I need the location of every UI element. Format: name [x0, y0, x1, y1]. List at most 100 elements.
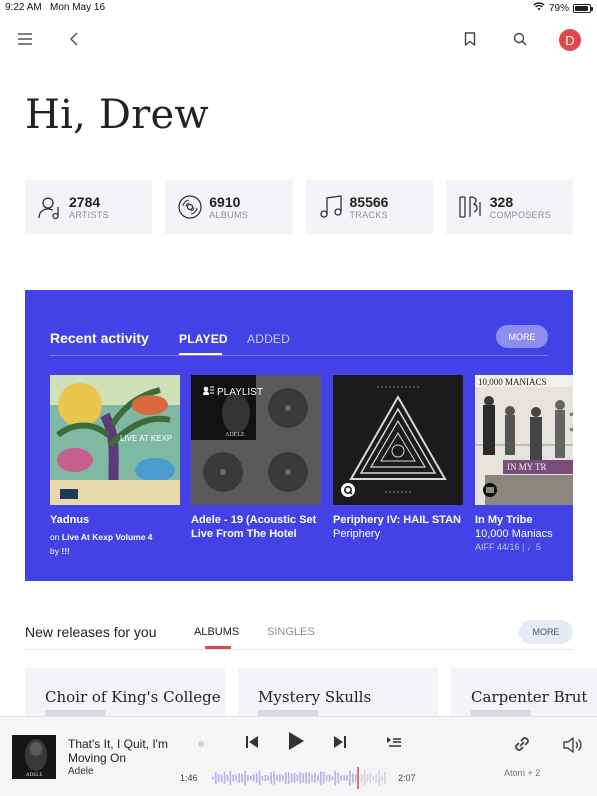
queue-button[interactable]	[380, 730, 408, 758]
output-device-label[interactable]: Atom + 2	[504, 768, 540, 778]
card-title[interactable]: Periphery IV: HAIL STAN	[333, 513, 463, 527]
recent-activity-panel: Recent activity PLAYED ADDED MORE LIVE A…	[25, 290, 573, 581]
stat-composers[interactable]: 328 COMPOSERS	[445, 180, 573, 234]
play-icon	[287, 731, 305, 756]
waveform-bar	[261, 775, 264, 781]
album-art[interactable]	[333, 375, 463, 505]
back-button[interactable]	[60, 27, 88, 55]
waveform-bar	[290, 773, 293, 783]
waveform-bar	[354, 774, 357, 782]
waveform-bar	[302, 773, 305, 783]
waveform-bar	[235, 774, 237, 782]
waveform-bar	[296, 774, 299, 782]
card-title[interactable]: Adele - 19 (Acoustic Set Live From The H…	[191, 513, 321, 541]
indicator-dot	[198, 741, 204, 747]
output-device-button[interactable]	[507, 731, 537, 761]
recent-more-button[interactable]: MORE	[496, 325, 548, 348]
release-title: Carpenter Brut	[471, 688, 588, 706]
art-caption: 10,000 MANIACS	[478, 377, 547, 387]
volume-button[interactable]	[559, 733, 587, 761]
waveform-bar	[276, 775, 278, 781]
release-card[interactable]: Choir of King's College	[25, 668, 225, 716]
waveform-bar	[282, 775, 284, 781]
stat-albums[interactable]: 6910 ALBUMS	[165, 180, 293, 234]
next-button[interactable]	[326, 730, 354, 758]
waveform-bar	[264, 774, 267, 782]
card-artist[interactable]: 10,000 Maniacs	[475, 527, 573, 541]
tab-singles[interactable]: SINGLES	[267, 626, 315, 638]
art-caption: ADELE	[225, 432, 245, 438]
recent-card-periphery[interactable]: Periphery IV: HAIL STAN Periphery	[333, 375, 463, 541]
waveform-bar	[258, 770, 261, 786]
waveform-bar	[325, 775, 328, 781]
waveform-bar	[249, 775, 252, 781]
playlist-art[interactable]: ADELE PLAYLIST	[191, 375, 321, 505]
waveform-bar	[284, 772, 287, 784]
release-card[interactable]: Carpenter Brut	[451, 668, 597, 716]
art-caption: ADELE	[26, 773, 42, 778]
art-caption: LIVE AT KEXP	[120, 434, 172, 443]
card-title[interactable]: In My Tribe	[475, 513, 573, 527]
recent-card-yadnus[interactable]: LIVE AT KEXP Yadnus on Live At Kexp Volu…	[50, 375, 180, 558]
qobuz-icon	[341, 483, 355, 497]
waveform-bar	[214, 771, 217, 785]
card-album-link[interactable]: Live At Kexp Volume 4	[62, 532, 153, 542]
waveform-bar	[220, 774, 223, 782]
album-art[interactable]: 10,000 MANIACS IN MY TR	[475, 375, 573, 505]
waveform-bar	[328, 774, 331, 782]
status-right: 79%	[533, 2, 593, 14]
release-title: Choir of King's College	[45, 688, 221, 706]
now-playing-artist[interactable]: Adele	[68, 766, 94, 777]
waveform-bar	[337, 772, 340, 784]
battery-percent: 79%	[548, 2, 569, 14]
card-album-line: on Live At Kexp Volume 4 by !!!	[50, 530, 180, 558]
active-tab-indicator	[179, 353, 222, 355]
playhead[interactable]	[357, 767, 359, 789]
play-button[interactable]	[281, 728, 311, 758]
music-note-icon	[316, 192, 346, 222]
waveform-bar	[241, 773, 243, 783]
new-releases-more-button[interactable]: MORE	[519, 620, 573, 644]
stat-tracks[interactable]: 85566 TRACKS	[305, 180, 433, 234]
album-art[interactable]: LIVE AT KEXP	[50, 375, 180, 505]
release-card[interactable]: Mystery Skulls	[238, 668, 438, 716]
recent-card-adele[interactable]: ADELE PLAYLIST Adele - 19 (Acoustic Set …	[191, 375, 321, 541]
recent-activity-title: Recent activity	[50, 330, 149, 346]
tidal-icon	[483, 483, 497, 497]
battery-icon	[573, 3, 593, 13]
now-playing-art[interactable]: ADELE	[12, 735, 56, 779]
waveform-bar	[319, 771, 322, 785]
stat-value: 6910	[209, 194, 241, 210]
tab-albums[interactable]: ALBUMS	[194, 626, 239, 638]
tab-added[interactable]: ADDED	[247, 332, 290, 346]
waveform-bar	[226, 775, 229, 781]
new-releases-title: New releases for you	[25, 624, 157, 640]
stat-value: 85566	[349, 194, 389, 210]
card-artist-link[interactable]: !!!	[61, 546, 70, 556]
menu-button[interactable]	[11, 27, 39, 55]
bookmark-button[interactable]	[456, 27, 484, 55]
by-prefix: by	[50, 546, 59, 556]
waveform-bar	[375, 773, 377, 783]
waveform-bar	[273, 771, 275, 785]
stat-label: ALBUMS	[209, 210, 249, 220]
stats-row: 2784 ARTISTS 6910 ALBUMS 85566 TRACKS 32…	[25, 180, 573, 234]
waveform-bar	[363, 770, 366, 786]
card-title[interactable]: Yadnus	[50, 513, 180, 527]
waveform-bar	[308, 772, 310, 784]
previous-button[interactable]	[238, 730, 266, 758]
waveform-bar	[293, 773, 296, 783]
search-button[interactable]	[506, 27, 534, 55]
now-playing-title[interactable]: That's It, I Quit, I'm Moving On	[68, 737, 178, 765]
tab-played[interactable]: PLAYED	[179, 332, 228, 346]
avatar[interactable]: D	[559, 29, 581, 51]
stat-value: 2784	[69, 194, 101, 210]
waveform-scrubber[interactable]	[212, 767, 387, 789]
artist-icon	[35, 192, 65, 222]
waveform-bar	[305, 772, 307, 784]
waveform-bar	[212, 776, 214, 780]
recent-card-in-my-tribe[interactable]: 10,000 MANIACS IN MY TR In My Tribe 10,0…	[475, 375, 573, 554]
stat-artists[interactable]: 2784 ARTISTS	[25, 180, 153, 234]
release-title: Mystery Skulls	[258, 688, 372, 706]
card-artist[interactable]: Periphery	[333, 527, 463, 541]
